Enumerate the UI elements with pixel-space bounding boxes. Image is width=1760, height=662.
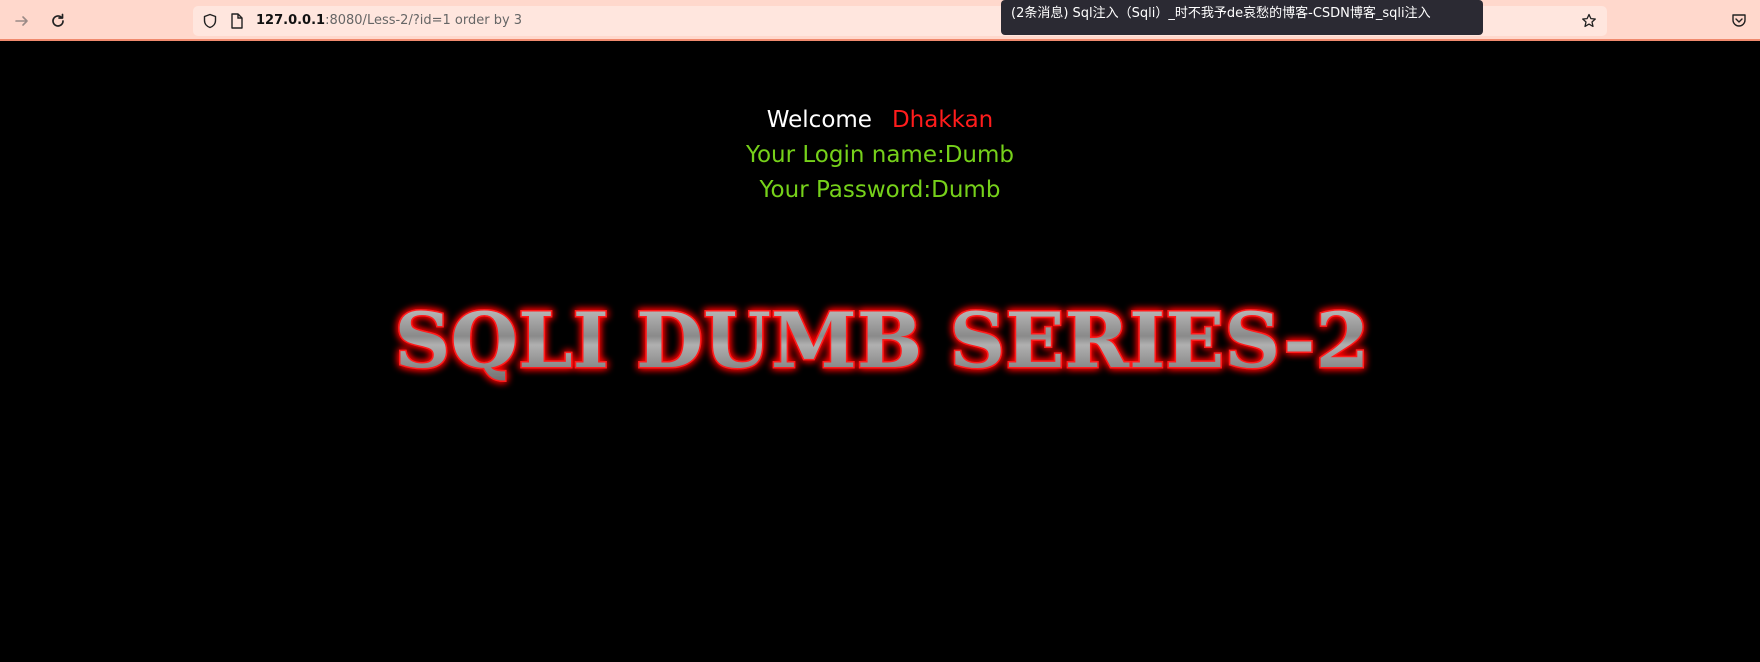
user-info: Welcome Dhakkan Your Login name:Dumb Your… — [0, 103, 1760, 208]
welcome-name: Dhakkan — [891, 107, 994, 133]
welcome-label: Welcome — [766, 107, 872, 133]
url-host: 127.0.0.1 — [256, 13, 326, 28]
pocket-icon[interactable] — [1731, 12, 1747, 28]
page-icon — [231, 13, 243, 29]
page-content: Welcome Dhakkan Your Login name:Dumb Your… — [0, 41, 1760, 662]
tab-title-tooltip: (2条消息) Sql注入（Sqli）_时不我予de哀愁的博客-CSDN博客_sq… — [1001, 0, 1483, 35]
reload-icon — [52, 13, 64, 27]
browser-toolbar: 127.0.0.1:8080/Less-2/?id=1 order by 3 — [0, 0, 1760, 41]
password-line: Your Password:Dumb — [759, 177, 1001, 203]
banner-text: SQLI DUMB SERIES-2 — [395, 296, 1370, 385]
forward-arrow-icon — [15, 16, 28, 26]
series-banner: SQLI DUMB SERIES-2 — [393, 295, 1371, 387]
url-path: :8080/Less-2/?id=1 order by 3 — [325, 13, 523, 28]
forward-button[interactable] — [9, 8, 35, 34]
shield-icon[interactable] — [202, 13, 218, 29]
reload-button[interactable] — [45, 8, 71, 34]
login-name-line: Your Login name:Dumb — [745, 142, 1015, 168]
welcome-line: Welcome Dhakkan — [0, 103, 1760, 138]
bookmark-star-icon[interactable] — [1581, 13, 1597, 29]
url-text[interactable]: 127.0.0.1:8080/Less-2/?id=1 order by 3 — [256, 13, 522, 29]
